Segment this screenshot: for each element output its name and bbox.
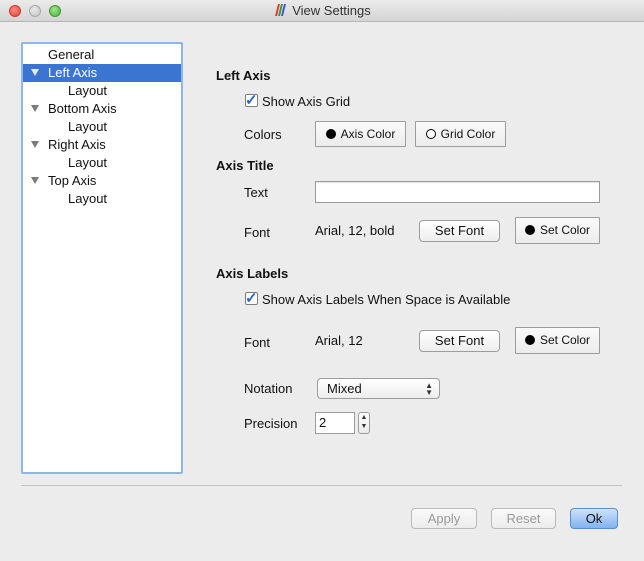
axis-color-button-label: Axis Color — [340, 127, 396, 141]
title-bar: View Settings — [0, 0, 644, 22]
show-axis-grid-label: Show Axis Grid — [262, 94, 351, 109]
disclosure-triangle-icon[interactable] — [31, 177, 39, 184]
notation-select[interactable]: Mixed ▲ ▼ — [317, 378, 440, 399]
tree-item-bottom-axis[interactable]: Bottom Axis — [23, 100, 181, 118]
disclosure-triangle-icon[interactable] — [31, 141, 39, 148]
tree-item-left-axis[interactable]: Left Axis — [23, 64, 181, 82]
paraview-logo-icon — [275, 4, 287, 16]
tree-item-right-axis[interactable]: Right Axis — [23, 136, 181, 154]
tree-item-right-axis-layout[interactable]: Layout — [23, 154, 181, 172]
precision-stepper[interactable]: ▲ ▼ — [358, 412, 370, 434]
colors-label: Colors — [244, 127, 282, 142]
tree-item-label: Layout — [68, 155, 108, 170]
filled-circle-icon — [325, 129, 336, 139]
axis-title-set-font-button[interactable]: Set Font — [419, 220, 500, 242]
filled-circle-icon — [524, 225, 535, 235]
axis-labels-font-value: Arial, 12 — [315, 333, 363, 348]
hollow-circle-icon — [425, 129, 436, 139]
tree-item-label: Layout — [68, 119, 108, 134]
up-down-arrows-icon: ▲ ▼ — [425, 381, 433, 397]
stepper-up-icon[interactable]: ▲ — [361, 414, 368, 421]
grid-color-button-label: Grid Color — [440, 127, 496, 141]
apply-button[interactable]: Apply — [411, 508, 477, 529]
axis-title-text-label: Text — [244, 185, 268, 200]
axis-labels-set-color-label: Set Color — [539, 333, 591, 347]
axis-title-font-label: Font — [244, 225, 271, 240]
tree-item-label: Top Axis — [48, 173, 97, 188]
axis-title-set-color-label: Set Color — [539, 223, 591, 237]
grid-color-button[interactable]: Grid Color — [415, 121, 506, 147]
precision-input[interactable]: 2 — [315, 412, 355, 434]
show-axis-labels-label: Show Axis Labels When Space is Available — [262, 292, 511, 307]
axis-title-set-color-button[interactable]: Set Color — [515, 217, 600, 244]
settings-tree[interactable]: General Left Axis Layout Bottom Axis Lay… — [21, 42, 183, 474]
axis-title-font-value: Arial, 12, bold — [315, 223, 395, 238]
tree-item-label: Bottom Axis — [48, 101, 117, 116]
tree-item-label: General — [48, 47, 95, 62]
show-axis-labels-checkbox[interactable]: ✓ — [245, 290, 258, 307]
disclosure-triangle-icon[interactable] — [31, 69, 39, 76]
window-title: View Settings — [292, 3, 371, 18]
disclosure-triangle-icon[interactable] — [31, 105, 39, 112]
tree-item-label: Right Axis — [48, 137, 106, 152]
tree-item-left-axis-layout[interactable]: Layout — [23, 82, 181, 100]
axis-title-text-input[interactable] — [315, 181, 600, 203]
checkmark-icon: ✓ — [245, 290, 258, 307]
tree-item-top-axis[interactable]: Top Axis — [23, 172, 181, 190]
axis-labels-heading: Axis Labels — [216, 266, 289, 281]
tree-item-bottom-axis-layout[interactable]: Layout — [23, 118, 181, 136]
show-axis-grid-checkbox[interactable]: ✓ — [245, 92, 258, 109]
stepper-down-icon[interactable]: ▼ — [361, 423, 368, 430]
reset-button[interactable]: Reset — [491, 508, 556, 529]
axis-color-button[interactable]: Axis Color — [315, 121, 406, 147]
axis-title-heading: Axis Title — [216, 158, 274, 173]
left-axis-heading: Left Axis — [216, 68, 271, 83]
tree-item-label: Layout — [68, 191, 108, 206]
notation-label: Notation — [244, 381, 293, 396]
axis-labels-set-font-button[interactable]: Set Font — [419, 330, 500, 352]
tree-item-top-axis-layout[interactable]: Layout — [23, 190, 181, 208]
tree-item-general[interactable]: General — [23, 46, 181, 64]
axis-labels-set-color-button[interactable]: Set Color — [515, 327, 600, 354]
footer-divider — [21, 485, 622, 486]
checkmark-icon: ✓ — [245, 92, 258, 109]
filled-circle-icon — [524, 335, 535, 345]
precision-label: Precision — [244, 416, 298, 431]
ok-button[interactable]: Ok — [570, 508, 618, 529]
tree-item-label: Left Axis — [48, 65, 98, 80]
notation-select-value: Mixed — [327, 381, 362, 396]
window-title-container: View Settings — [0, 3, 644, 18]
axis-labels-font-label: Font — [244, 335, 271, 350]
tree-item-label: Layout — [68, 83, 108, 98]
